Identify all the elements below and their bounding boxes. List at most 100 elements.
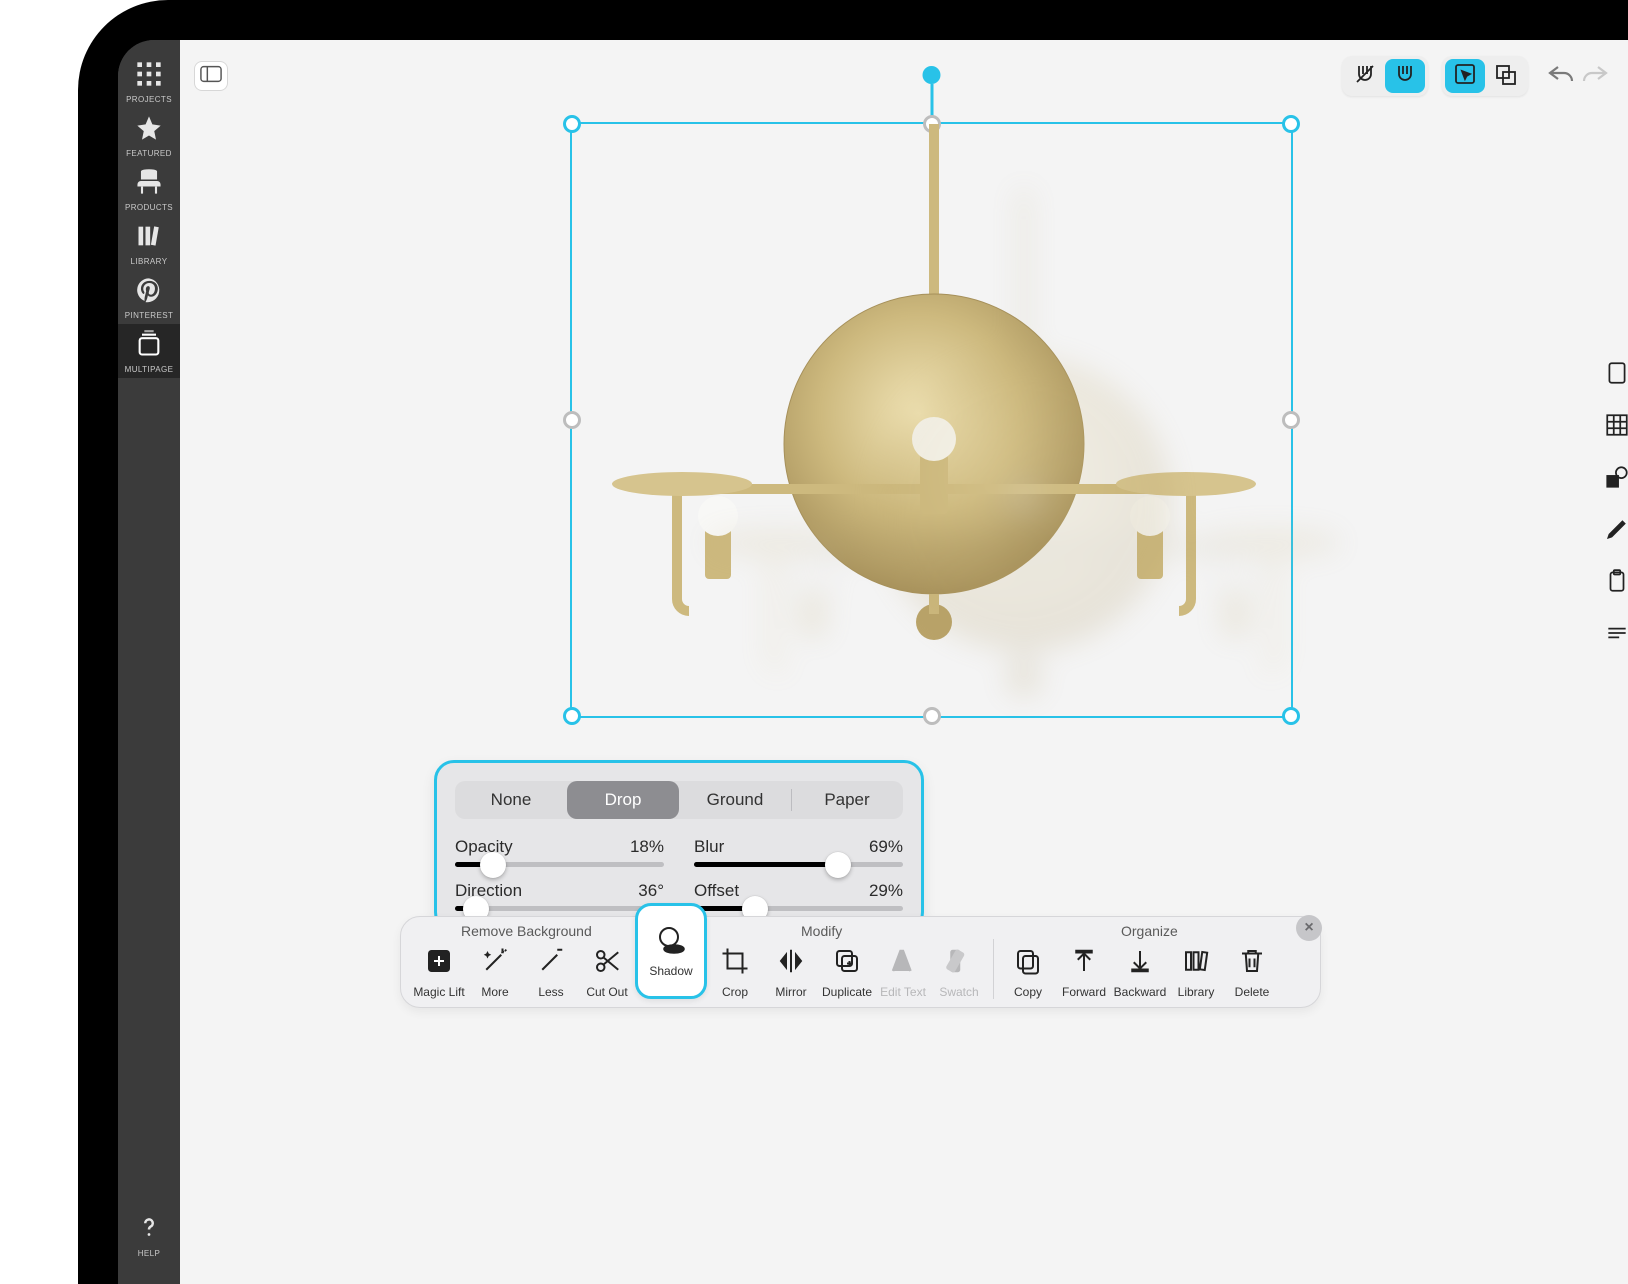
- sidebar-label: FEATURED: [126, 149, 172, 158]
- group-label-modify: Modify: [801, 923, 842, 939]
- blur-slider[interactable]: Blur 69%: [694, 837, 903, 867]
- toolbar-close-button[interactable]: ×: [1296, 915, 1322, 941]
- tool-less[interactable]: Less: [523, 946, 579, 999]
- sidebar-label: LIBRARY: [131, 257, 168, 266]
- text-icon: [888, 946, 918, 981]
- slider-label: Direction: [455, 881, 522, 901]
- edit-toolbar-wrap: Remove Background Modify Organize × Magi…: [400, 916, 1321, 1008]
- books-icon: [135, 222, 163, 255]
- snap-toggle-group: [1342, 56, 1428, 96]
- select-mode-group: [1442, 56, 1528, 96]
- sidebar-item-products[interactable]: PRODUCTS: [118, 162, 180, 216]
- tool-label: Edit Text: [880, 985, 926, 999]
- shadow-type-ground[interactable]: Ground: [679, 781, 791, 819]
- left-sidebar: PROJECTS FEATURED PRODUCTS LIBRARY PINTE…: [118, 40, 180, 1284]
- forward-icon: [1069, 946, 1099, 981]
- offset-slider[interactable]: Offset 29%: [694, 881, 903, 911]
- page-icon: [1604, 360, 1628, 391]
- shapes-icon: [1604, 464, 1628, 495]
- slider-label: Offset: [694, 881, 739, 901]
- sidebar-label: PROJECTS: [126, 95, 172, 104]
- tool-label: Crop: [722, 985, 748, 999]
- backward-icon: [1125, 946, 1155, 981]
- tool-mirror[interactable]: Mirror: [763, 946, 819, 999]
- tool-shadow[interactable]: Shadow: [635, 903, 707, 999]
- group-label-removebg: Remove Background: [461, 923, 592, 939]
- sidebar-item-library[interactable]: LIBRARY: [118, 216, 180, 270]
- sidebar-label: HELP: [138, 1249, 161, 1258]
- sidebar-item-help[interactable]: HELP: [118, 1206, 180, 1262]
- panel-toggle-button[interactable]: [194, 61, 228, 91]
- tool-backward[interactable]: Backward: [1112, 946, 1168, 999]
- lines-icon: [1604, 620, 1628, 651]
- tool-cutout[interactable]: Cut Out: [579, 946, 635, 999]
- wand-plus-icon: [480, 946, 510, 981]
- chair-icon: [135, 168, 163, 201]
- page-tool[interactable]: [1600, 360, 1628, 390]
- sidebar-item-pinterest[interactable]: PINTEREST: [118, 270, 180, 324]
- tool-label: More: [481, 985, 508, 999]
- trash-icon: [1237, 946, 1267, 981]
- tool-label: Delete: [1235, 985, 1270, 999]
- grid-tool[interactable]: [1600, 412, 1628, 442]
- duplicate-icon: [832, 946, 862, 981]
- clipboard-tool[interactable]: [1600, 568, 1628, 598]
- tool-forward[interactable]: Forward: [1056, 946, 1112, 999]
- redo-button[interactable]: [1578, 58, 1614, 94]
- shadow-type-drop[interactable]: Drop: [567, 781, 679, 819]
- select-button[interactable]: [1445, 59, 1485, 93]
- shadow-type-segmented: None Drop Ground Paper: [455, 781, 903, 819]
- panel-toggle-icon: [200, 65, 222, 88]
- tool-duplicate[interactable]: Duplicate: [819, 946, 875, 999]
- toolbar-separator: [993, 939, 994, 999]
- magic-lift-icon: [424, 946, 454, 981]
- pencil-icon: [1604, 516, 1628, 547]
- shadow-type-paper[interactable]: Paper: [791, 781, 903, 819]
- tool-label: Duplicate: [822, 985, 872, 999]
- swatch-icon: [944, 946, 974, 981]
- pencil-tool[interactable]: [1600, 516, 1628, 546]
- edit-toolbar: Remove Background Modify Organize × Magi…: [400, 916, 1321, 1008]
- tool-label: Library: [1178, 985, 1215, 999]
- top-toolbar: [180, 52, 1628, 100]
- slider-value: 29%: [869, 881, 903, 901]
- tool-copy[interactable]: Copy: [1000, 946, 1056, 999]
- tool-label: Mirror: [775, 985, 806, 999]
- undo-button[interactable]: [1542, 58, 1578, 94]
- direction-slider[interactable]: Direction 36°: [455, 881, 664, 911]
- grid-tool-icon: [1604, 412, 1628, 443]
- sidebar-item-multipage[interactable]: MULTIPAGE: [118, 324, 180, 378]
- selection-bounds[interactable]: [570, 122, 1293, 718]
- clipboard-icon: [1604, 568, 1628, 599]
- transform-icon: [1493, 62, 1517, 91]
- tool-label: Magic Lift: [413, 985, 464, 999]
- wand-minus-icon: [536, 946, 566, 981]
- library-icon: [1181, 946, 1211, 981]
- copy-icon: [1013, 946, 1043, 981]
- sidebar-item-projects[interactable]: PROJECTS: [118, 54, 180, 108]
- star-icon: [135, 114, 163, 147]
- snap-on-button[interactable]: [1385, 59, 1425, 93]
- shadow-type-none[interactable]: None: [455, 781, 567, 819]
- canvas-object-chandelier[interactable]: [572, 124, 1291, 716]
- snap-off-button[interactable]: [1345, 59, 1385, 93]
- magnet-icon: [1393, 62, 1417, 91]
- tool-more[interactable]: More: [467, 946, 523, 999]
- tool-label: Swatch: [939, 985, 978, 999]
- snap-off-icon: [1353, 62, 1377, 91]
- sidebar-item-featured[interactable]: FEATURED: [118, 108, 180, 162]
- tool-crop[interactable]: Crop: [707, 946, 763, 999]
- transform-button[interactable]: [1485, 59, 1525, 93]
- tool-edittext: Edit Text: [875, 946, 931, 999]
- tool-delete[interactable]: Delete: [1224, 946, 1280, 999]
- canvas[interactable]: None Drop Ground Paper Opacity 18%: [180, 40, 1628, 1284]
- tool-library[interactable]: Library: [1168, 946, 1224, 999]
- tool-label: Cut Out: [586, 985, 627, 999]
- slider-value: 36°: [638, 881, 664, 901]
- tool-label: Shadow: [649, 964, 692, 978]
- crop-icon: [720, 946, 750, 981]
- lines-tool[interactable]: [1600, 620, 1628, 650]
- opacity-slider[interactable]: Opacity 18%: [455, 837, 664, 867]
- tool-magic-lift[interactable]: Magic Lift: [411, 946, 467, 999]
- shapes-tool[interactable]: [1600, 464, 1628, 494]
